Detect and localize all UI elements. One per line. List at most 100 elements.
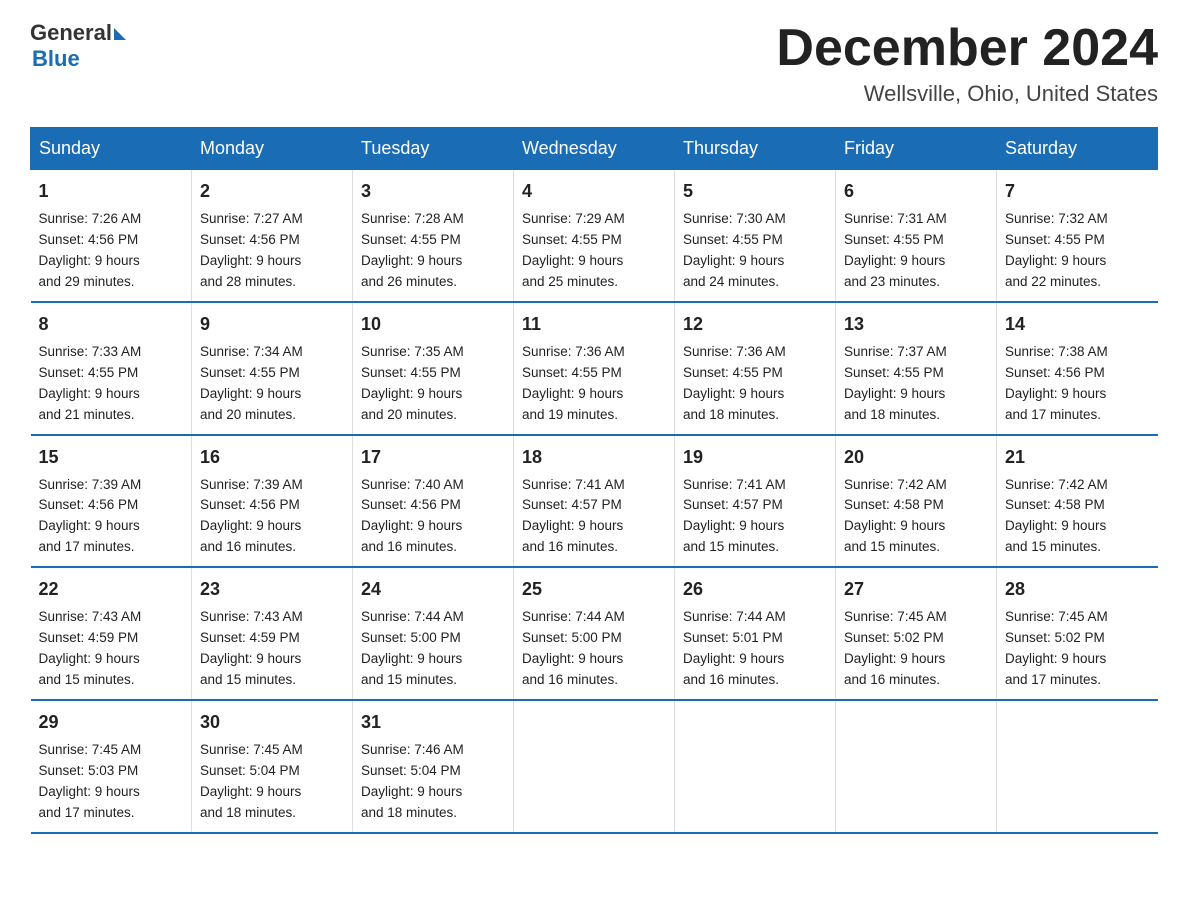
daylight-label: Daylight: 9 hours (361, 784, 462, 799)
sunset-label: Sunset: 5:00 PM (361, 630, 461, 645)
header-saturday: Saturday (997, 128, 1158, 170)
calendar-cell: 19 Sunrise: 7:41 AMSunset: 4:57 PMDaylig… (675, 435, 836, 568)
daylight-minutes: and 15 minutes. (1005, 539, 1101, 554)
daylight-minutes: and 18 minutes. (683, 407, 779, 422)
daylight-label: Daylight: 9 hours (200, 784, 301, 799)
sunrise-label: Sunrise: 7:39 AM (200, 477, 303, 492)
sunset-label: Sunset: 4:55 PM (39, 365, 139, 380)
sunrise-label: Sunrise: 7:43 AM (39, 609, 142, 624)
calendar-week-3: 15 Sunrise: 7:39 AMSunset: 4:56 PMDaylig… (31, 435, 1158, 568)
daylight-minutes: and 18 minutes. (361, 805, 457, 820)
header-tuesday: Tuesday (353, 128, 514, 170)
day-number: 12 (683, 311, 827, 338)
sunrise-label: Sunrise: 7:44 AM (683, 609, 786, 624)
day-number: 28 (1005, 576, 1150, 603)
day-info: Sunrise: 7:30 AMSunset: 4:55 PMDaylight:… (683, 209, 827, 293)
daylight-label: Daylight: 9 hours (1005, 253, 1106, 268)
sunrise-label: Sunrise: 7:34 AM (200, 344, 303, 359)
sunrise-label: Sunrise: 7:31 AM (844, 211, 947, 226)
daylight-label: Daylight: 9 hours (683, 253, 784, 268)
sunset-label: Sunset: 4:58 PM (1005, 497, 1105, 512)
day-number: 19 (683, 444, 827, 471)
header-thursday: Thursday (675, 128, 836, 170)
calendar-cell: 26 Sunrise: 7:44 AMSunset: 5:01 PMDaylig… (675, 567, 836, 700)
calendar-cell: 31 Sunrise: 7:46 AMSunset: 5:04 PMDaylig… (353, 700, 514, 833)
calendar-cell: 14 Sunrise: 7:38 AMSunset: 4:56 PMDaylig… (997, 302, 1158, 435)
sunset-label: Sunset: 4:55 PM (522, 232, 622, 247)
day-info: Sunrise: 7:44 AM Sunset: 5:00 PM Daylight:… (361, 607, 505, 691)
calendar-cell: 15 Sunrise: 7:39 AMSunset: 4:56 PMDaylig… (31, 435, 192, 568)
sunrise-label: Sunrise: 7:36 AM (683, 344, 786, 359)
calendar-cell: 30 Sunrise: 7:45 AMSunset: 5:04 PMDaylig… (192, 700, 353, 833)
day-info: Sunrise: 7:45 AMSunset: 5:03 PMDaylight:… (39, 740, 184, 824)
daylight-label: Daylight: 9 hours (844, 386, 945, 401)
sunset-label: Sunset: 4:55 PM (361, 232, 461, 247)
day-info: Sunrise: 7:45 AMSunset: 5:02 PMDaylight:… (844, 607, 988, 691)
day-info: Sunrise: 7:33 AMSunset: 4:55 PMDaylight:… (39, 342, 184, 426)
calendar-cell: 24 Sunrise: 7:44 AMSunset: 5:00 PMDaylig… (353, 567, 514, 700)
day-info: Sunrise: 7:41 AMSunset: 4:57 PMDaylight:… (522, 475, 666, 559)
day-number: 31 (361, 709, 505, 736)
sunrise-label: Sunrise: 7:44 AM (522, 609, 625, 624)
sunrise-label: Sunrise: 7:27 AM (200, 211, 303, 226)
daylight-minutes: and 15 minutes. (200, 672, 296, 687)
sunset-label: Sunset: 4:57 PM (522, 497, 622, 512)
daylight-label: Daylight: 9 hours (522, 518, 623, 533)
calendar-cell: 21 Sunrise: 7:42 AMSunset: 4:58 PMDaylig… (997, 435, 1158, 568)
day-info: Sunrise: 7:27 AM Sunset: 4:56 PM Daylight:… (200, 209, 344, 293)
day-number: 26 (683, 576, 827, 603)
calendar-cell: 25 Sunrise: 7:44 AMSunset: 5:00 PMDaylig… (514, 567, 675, 700)
day-info: Sunrise: 7:32 AMSunset: 4:55 PMDaylight:… (1005, 209, 1150, 293)
sunset-label: Sunset: 4:55 PM (1005, 232, 1105, 247)
sunrise-label: Sunrise: 7:42 AM (1005, 477, 1108, 492)
day-info: Sunrise: 7:34 AMSunset: 4:55 PMDaylight:… (200, 342, 344, 426)
sunset-label: Sunset: 5:04 PM (200, 763, 300, 778)
logo: General Blue (30, 20, 126, 72)
daylight-label: Daylight: 9 hours (200, 518, 301, 533)
sunset-label: Sunset: 5:03 PM (39, 763, 139, 778)
day-number: 21 (1005, 444, 1150, 471)
daylight-label: Daylight: 9 hours (200, 253, 301, 268)
day-info: Sunrise: 7:41 AMSunset: 4:57 PMDaylight:… (683, 475, 827, 559)
daylight-minutes: and 17 minutes. (39, 805, 135, 820)
sunset-label: Sunset: 4:55 PM (522, 365, 622, 380)
daylight-label: Daylight: 9 hours (522, 386, 623, 401)
calendar-table: Sunday Monday Tuesday Wednesday Thursday… (30, 127, 1158, 833)
sunrise-label: Sunrise: 7:36 AM (522, 344, 625, 359)
day-number: 16 (200, 444, 344, 471)
sunrise-label: Sunrise: 7:45 AM (844, 609, 947, 624)
sunrise-label: Sunrise: 7:44 AM (361, 609, 464, 624)
daylight-label: Daylight: 9 hours (361, 253, 462, 268)
sunset-label: Sunset: 4:55 PM (683, 232, 783, 247)
sunrise-label: Sunrise: 7:43 AM (200, 609, 303, 624)
day-number: 17 (361, 444, 505, 471)
header-row: Sunday Monday Tuesday Wednesday Thursday… (31, 128, 1158, 170)
day-info: Sunrise: 7:36 AMSunset: 4:55 PMDaylight:… (683, 342, 827, 426)
day-info: Sunrise: 7:39 AMSunset: 4:56 PMDaylight:… (39, 475, 184, 559)
daylight-minutes: and 23 minutes. (844, 274, 940, 289)
sunrise-label: Sunrise: 7:33 AM (39, 344, 142, 359)
header-monday: Monday (192, 128, 353, 170)
daylight-minutes: and 28 minutes. (200, 274, 296, 289)
calendar-cell: 18 Sunrise: 7:41 AMSunset: 4:57 PMDaylig… (514, 435, 675, 568)
day-number: 25 (522, 576, 666, 603)
daylight-label: Daylight: 9 hours (361, 651, 462, 666)
daylight-minutes: and 24 minutes. (683, 274, 779, 289)
daylight-label: Daylight: 9 hours (683, 518, 784, 533)
calendar-cell: 9 Sunrise: 7:34 AMSunset: 4:55 PMDayligh… (192, 302, 353, 435)
day-number: 3 (361, 178, 505, 205)
calendar-cell (514, 700, 675, 833)
day-info: Sunrise: 7:43 AMSunset: 4:59 PMDaylight:… (200, 607, 344, 691)
calendar-cell: 28 Sunrise: 7:45 AMSunset: 5:02 PMDaylig… (997, 567, 1158, 700)
sunset-label: Sunset: 4:55 PM (683, 365, 783, 380)
daylight-minutes: and 18 minutes. (844, 407, 940, 422)
sunset-label: Sunset: 4:59 PM (39, 630, 139, 645)
daylight-minutes: and 17 minutes. (1005, 672, 1101, 687)
daylight-minutes: and 16 minutes. (844, 672, 940, 687)
sunset-label: Sunset: 5:04 PM (361, 763, 461, 778)
sunset-label: Sunset: 4:56 PM (200, 232, 300, 247)
day-number: 9 (200, 311, 344, 338)
daylight-minutes: and 15 minutes. (683, 539, 779, 554)
daylight-label: Daylight: 9 hours (522, 253, 623, 268)
daylight-minutes: and 22 minutes. (1005, 274, 1101, 289)
